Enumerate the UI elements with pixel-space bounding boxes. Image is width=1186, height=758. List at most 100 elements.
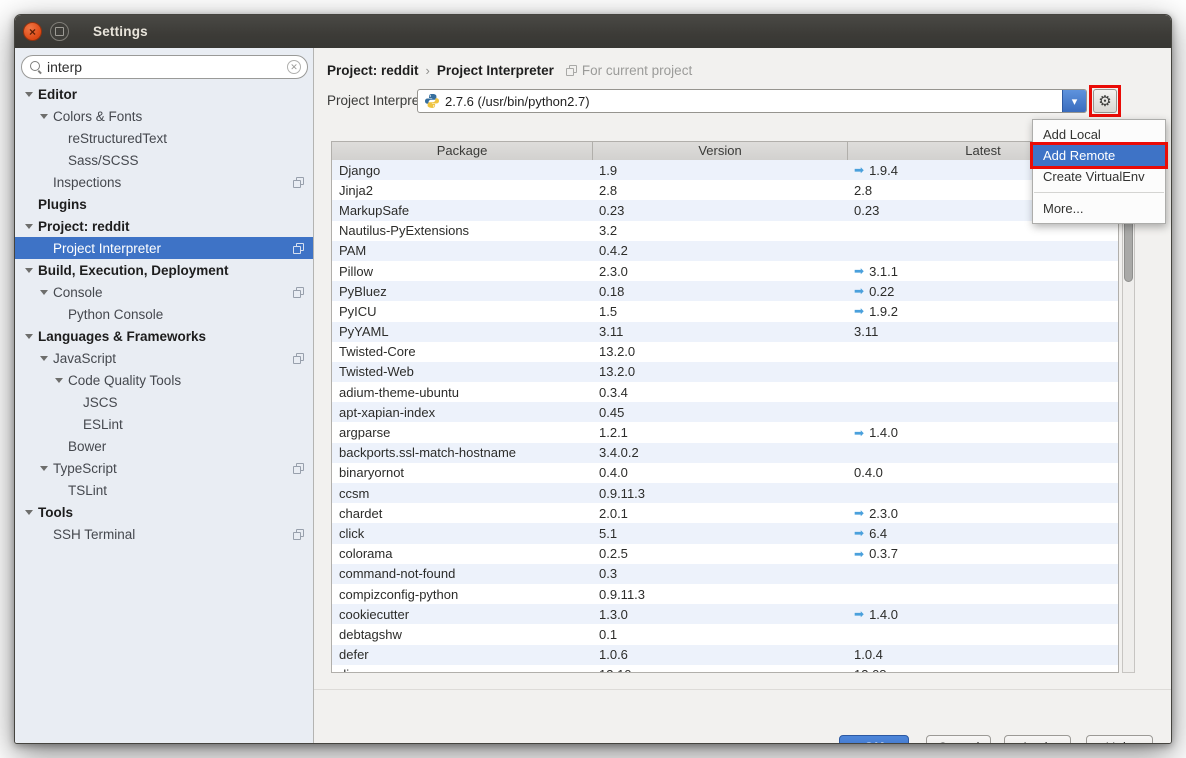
combobox-dropdown-button[interactable]: ▾ bbox=[1062, 90, 1086, 112]
tree-item[interactable]: Plugins bbox=[15, 193, 313, 215]
tree-item[interactable]: Python Console bbox=[15, 303, 313, 325]
expand-arrow-icon[interactable] bbox=[40, 290, 53, 295]
expand-arrow-icon[interactable] bbox=[40, 114, 53, 119]
cell-version: 0.18 bbox=[592, 284, 847, 299]
table-row[interactable]: chardet2.0.1➡2.3.0 bbox=[332, 503, 1118, 523]
table-row[interactable]: adium-theme-ubuntu0.3.4 bbox=[332, 382, 1118, 402]
cell-version: 1.9 bbox=[592, 163, 847, 178]
expand-arrow-icon[interactable] bbox=[25, 92, 38, 97]
table-row[interactable]: dirspec13.1013.08 bbox=[332, 665, 1118, 672]
expand-arrow-icon[interactable] bbox=[25, 510, 38, 515]
table-row[interactable]: colorama0.2.5➡0.3.7 bbox=[332, 544, 1118, 564]
upgrade-arrow-icon: ➡ bbox=[854, 507, 864, 519]
search-icon bbox=[30, 61, 43, 74]
menu-item[interactable]: Add Local bbox=[1033, 124, 1165, 145]
tree-item[interactable]: Console bbox=[15, 281, 313, 303]
tree-item-label: Tools bbox=[38, 505, 73, 520]
cell-package: Jinja2 bbox=[332, 183, 592, 198]
table-row[interactable]: Jinja22.82.8 bbox=[332, 180, 1118, 200]
interpreter-combobox[interactable]: 2.7.6 (/usr/bin/python2.7) ▾ bbox=[417, 89, 1087, 113]
tree-item[interactable]: Project Interpreter bbox=[15, 237, 313, 259]
help-button[interactable]: Help bbox=[1086, 735, 1153, 744]
maximize-button[interactable] bbox=[50, 22, 69, 41]
cell-latest: 3.11 bbox=[847, 324, 1118, 339]
menu-item[interactable]: Create VirtualEnv bbox=[1033, 166, 1165, 187]
column-header-version[interactable]: Version bbox=[592, 142, 847, 160]
tree-item[interactable]: Inspections bbox=[15, 171, 313, 193]
menu-item[interactable]: More... bbox=[1033, 198, 1165, 219]
cell-version: 3.4.0.2 bbox=[592, 445, 847, 460]
table-row[interactable]: binaryornot0.4.00.4.0 bbox=[332, 463, 1118, 483]
table-row[interactable]: MarkupSafe0.230.23 bbox=[332, 200, 1118, 220]
column-header-package[interactable]: Package bbox=[332, 142, 592, 160]
copy-settings-icon bbox=[293, 177, 304, 188]
table-row[interactable]: click5.1➡6.4 bbox=[332, 523, 1118, 543]
table-row[interactable]: apt-xapian-index0.45 bbox=[332, 402, 1118, 422]
table-row[interactable]: PAM0.4.2 bbox=[332, 241, 1118, 261]
tree-item[interactable]: Sass/SCSS bbox=[15, 149, 313, 171]
table-row[interactable]: Twisted-Web13.2.0 bbox=[332, 362, 1118, 382]
tree-item-label: Languages & Frameworks bbox=[38, 329, 206, 344]
table-row[interactable]: ccsm0.9.11.3 bbox=[332, 483, 1118, 503]
tree-item[interactable]: JSCS bbox=[15, 391, 313, 413]
apply-button[interactable]: Apply bbox=[1004, 735, 1071, 744]
latest-version-text: 1.9.4 bbox=[869, 163, 898, 178]
tree-item[interactable]: Bower bbox=[15, 435, 313, 457]
expand-arrow-icon[interactable] bbox=[40, 466, 53, 471]
tree-item[interactable]: ESLint bbox=[15, 413, 313, 435]
table-row[interactable]: backports.ssl-match-hostname3.4.0.2 bbox=[332, 443, 1118, 463]
table-row[interactable]: Nautilus-PyExtensions3.2 bbox=[332, 221, 1118, 241]
main-panel: Project: reddit › Project Interpreter Fo… bbox=[314, 48, 1171, 743]
cell-version: 0.4.0 bbox=[592, 465, 847, 480]
tree-item[interactable]: Tools bbox=[15, 501, 313, 523]
expand-arrow-icon[interactable] bbox=[25, 268, 38, 273]
tree-item[interactable]: SSH Terminal bbox=[15, 523, 313, 545]
cell-package: Twisted-Web bbox=[332, 364, 592, 379]
close-button[interactable]: × bbox=[23, 22, 42, 41]
table-row[interactable]: command-not-found0.3 bbox=[332, 564, 1118, 584]
latest-version-text: 1.4.0 bbox=[869, 607, 898, 622]
cell-latest: 13.08 bbox=[847, 667, 1118, 672]
table-row[interactable]: debtagshw0.1 bbox=[332, 624, 1118, 644]
tree-item[interactable]: reStructuredText bbox=[15, 127, 313, 149]
menu-item[interactable]: Add Remote bbox=[1033, 145, 1165, 166]
expand-arrow-icon[interactable] bbox=[25, 224, 38, 229]
ok-button[interactable]: OK bbox=[839, 735, 909, 744]
tree-item[interactable]: JavaScript bbox=[15, 347, 313, 369]
latest-version-text: 0.4.0 bbox=[854, 465, 883, 480]
expand-arrow-icon[interactable] bbox=[25, 334, 38, 339]
clear-search-icon[interactable]: ✕ bbox=[287, 60, 301, 74]
tree-item[interactable]: Languages & Frameworks bbox=[15, 325, 313, 347]
upgrade-arrow-icon: ➡ bbox=[854, 164, 864, 176]
tree-item[interactable]: Project: reddit bbox=[15, 215, 313, 237]
cell-version: 3.2 bbox=[592, 223, 847, 238]
search-input[interactable] bbox=[47, 59, 287, 75]
table-row[interactable]: argparse1.2.1➡1.4.0 bbox=[332, 422, 1118, 442]
latest-version-text: 0.3.7 bbox=[869, 546, 898, 561]
tree-item[interactable]: Colors & Fonts bbox=[15, 105, 313, 127]
table-row[interactable]: defer1.0.61.0.4 bbox=[332, 645, 1118, 665]
table-row[interactable]: Django1.9➡1.9.4 bbox=[332, 160, 1118, 180]
table-rows: Django1.9➡1.9.4Jinja22.82.8MarkupSafe0.2… bbox=[332, 160, 1118, 672]
table-row[interactable]: compizconfig-python0.9.11.3 bbox=[332, 584, 1118, 604]
settings-search-box[interactable]: ✕ bbox=[21, 55, 308, 79]
tree-item[interactable]: Editor bbox=[15, 83, 313, 105]
tree-item[interactable]: TypeScript bbox=[15, 457, 313, 479]
window-title: Settings bbox=[93, 24, 148, 39]
table-row[interactable]: cookiecutter1.3.0➡1.4.0 bbox=[332, 604, 1118, 624]
cancel-button[interactable]: Cancel bbox=[926, 735, 991, 744]
table-row[interactable]: PyYAML3.113.11 bbox=[332, 322, 1118, 342]
tree-item[interactable]: Code Quality Tools bbox=[15, 369, 313, 391]
expand-arrow-icon[interactable] bbox=[40, 356, 53, 361]
expand-arrow-icon[interactable] bbox=[55, 378, 68, 383]
scrollbar-thumb[interactable] bbox=[1124, 220, 1133, 282]
table-row[interactable]: PyBluez0.18➡0.22 bbox=[332, 281, 1118, 301]
table-row[interactable]: Twisted-Core13.2.0 bbox=[332, 342, 1118, 362]
tree-item-label: JSCS bbox=[83, 395, 118, 410]
for-current-project-note: For current project bbox=[582, 63, 692, 78]
table-row[interactable]: PyICU1.5➡1.9.2 bbox=[332, 301, 1118, 321]
gear-button[interactable]: ⚙ bbox=[1093, 89, 1117, 113]
tree-item[interactable]: Build, Execution, Deployment bbox=[15, 259, 313, 281]
table-row[interactable]: Pillow2.3.0➡3.1.1 bbox=[332, 261, 1118, 281]
tree-item[interactable]: TSLint bbox=[15, 479, 313, 501]
